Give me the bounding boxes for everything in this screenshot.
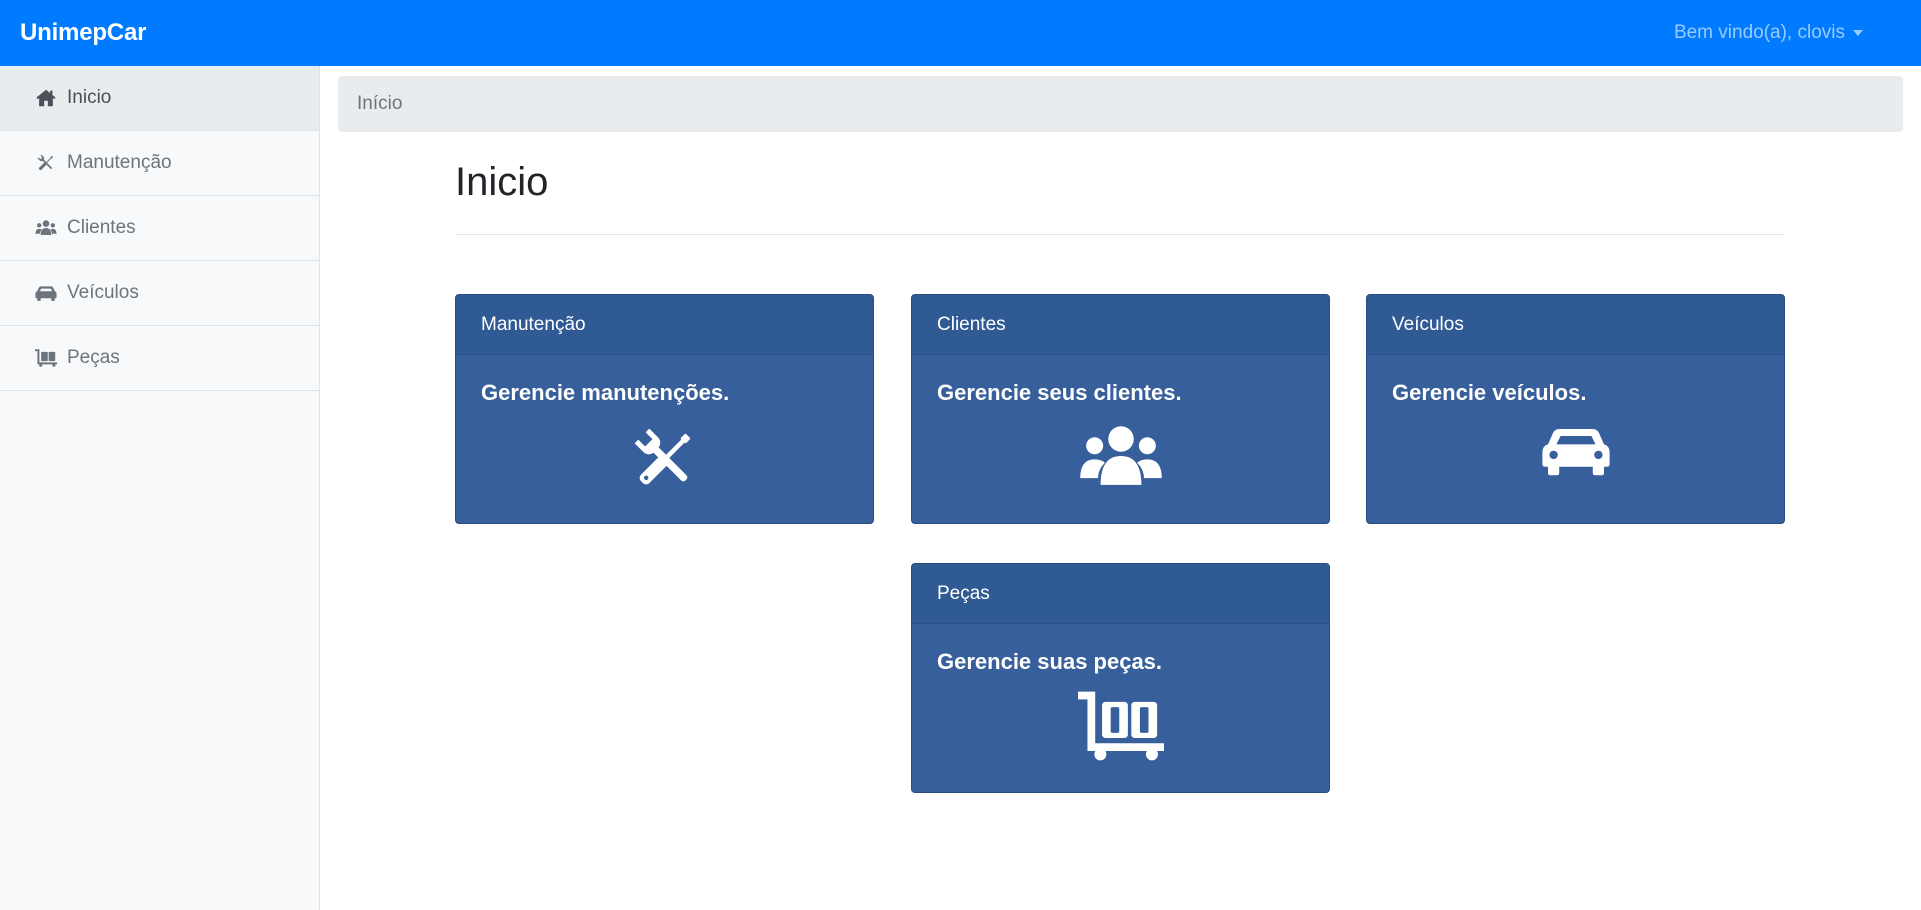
sidebar-item-inicio[interactable]: Inicio [0, 66, 319, 131]
page-title: Inicio [455, 160, 549, 204]
sidebar: Inicio Manutenção Clientes Veículos Peça… [0, 66, 320, 910]
card-header: Clientes [912, 295, 1329, 355]
card-header: Veículos [1367, 295, 1784, 355]
card-manutencao[interactable]: Manutenção Gerencie manutenções. [455, 294, 874, 524]
sidebar-item-label: Manutenção [67, 152, 172, 173]
users-icon [35, 217, 57, 239]
top-navbar: UnimepCar Bem vindo(a), clovis [0, 0, 1921, 66]
brand-logo[interactable]: UnimepCar [20, 19, 146, 47]
sidebar-item-pecas[interactable]: Peças [0, 326, 319, 391]
sidebar-item-label: Clientes [67, 217, 136, 238]
user-dropdown-toggle[interactable]: Bem vindo(a), clovis [1674, 22, 1863, 44]
sidebar-item-label: Peças [67, 347, 120, 368]
dolly-cart-icon [35, 347, 57, 369]
dolly-cart-icon [1077, 691, 1164, 761]
card-pecas[interactable]: Peças Gerencie suas peças. [911, 563, 1330, 793]
users-icon [1079, 426, 1162, 485]
card-text: Gerencie manutenções. [481, 380, 730, 405]
user-menu-label: Bem vindo(a), clovis [1673, 22, 1845, 43]
card-text: Gerencie veículos. [1392, 380, 1587, 405]
car-icon [1541, 429, 1610, 476]
card-clientes[interactable]: Clientes Gerencie seus clientes. [911, 294, 1330, 524]
breadcrumb-current: Início [357, 93, 403, 114]
car-icon [35, 282, 57, 304]
tools-icon [634, 428, 690, 485]
home-icon [35, 87, 57, 109]
sidebar-item-veiculos[interactable]: Veículos [0, 261, 319, 326]
card-header: Manutenção [456, 295, 873, 355]
card-veiculos[interactable]: Veículos Gerencie veículos. [1366, 294, 1785, 524]
card-text: Gerencie suas peças. [937, 649, 1163, 674]
sidebar-item-clientes[interactable]: Clientes [0, 196, 319, 261]
tools-icon [35, 152, 57, 174]
breadcrumb: Início [338, 76, 1903, 132]
card-header: Peças [912, 564, 1329, 624]
sidebar-item-manutencao[interactable]: Manutenção [0, 131, 319, 196]
title-divider [455, 234, 1785, 235]
sidebar-item-label: Inicio [67, 87, 112, 108]
caret-down-icon [1853, 30, 1863, 36]
sidebar-item-label: Veículos [67, 282, 139, 303]
card-text: Gerencie seus clientes. [937, 380, 1182, 405]
